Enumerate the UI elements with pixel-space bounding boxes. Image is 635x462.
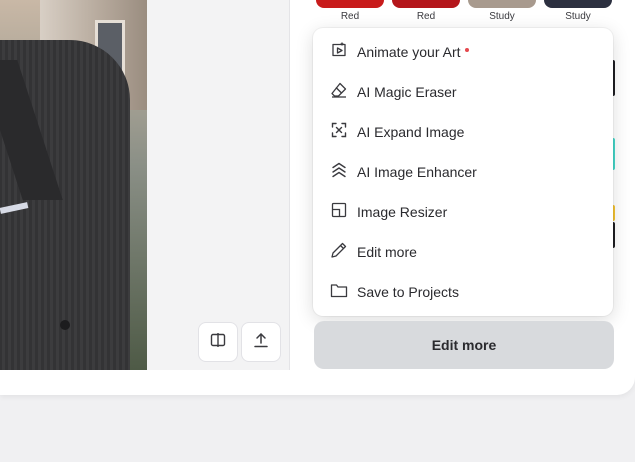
menu-item-label: Edit more [357, 244, 417, 260]
style-thumbnail-label: Study [489, 11, 515, 22]
menu-item-image-resizer[interactable]: Image Resizer [313, 192, 613, 232]
enhance-chevrons-icon [330, 161, 357, 184]
menu-item-ai-magic-eraser[interactable]: AI Magic Eraser [313, 72, 613, 112]
image-canvas [0, 0, 290, 370]
style-thumbnail-label: Red [340, 11, 360, 22]
style-thumbnail[interactable] [316, 0, 384, 8]
edit-more-button[interactable]: Edit more [314, 321, 614, 369]
editor-panel: Red Red Study Study Animate your Art AI … [0, 0, 635, 395]
eraser-icon [330, 81, 357, 104]
menu-item-save-to-projects[interactable]: Save to Projects [313, 272, 613, 312]
edit-options-menu: Animate your Art AI Magic Eraser AI Expa… [313, 28, 613, 316]
menu-item-ai-image-enhancer[interactable]: AI Image Enhancer [313, 152, 613, 192]
new-badge-dot [464, 48, 469, 52]
upload-button[interactable] [241, 322, 281, 362]
pencil-icon [330, 241, 357, 264]
menu-item-label: Animate your Art [357, 44, 469, 60]
menu-item-label: AI Image Enhancer [357, 164, 477, 180]
expand-icon [330, 121, 357, 144]
style-thumbnail-label: Study [565, 11, 591, 22]
menu-item-label: Image Resizer [357, 204, 448, 220]
style-thumbnail[interactable] [392, 0, 460, 8]
menu-item-animate-your-art[interactable]: Animate your Art [313, 32, 613, 72]
compare-button[interactable] [198, 322, 238, 362]
menu-item-label: Save to Projects [357, 284, 459, 300]
animate-play-icon [330, 41, 357, 64]
style-thumbnail[interactable] [544, 0, 612, 8]
menu-item-edit-more[interactable]: Edit more [313, 232, 613, 272]
preview-image[interactable] [0, 0, 147, 370]
upload-icon [252, 331, 270, 354]
style-thumbnail-label: Red [416, 11, 436, 22]
folder-icon [330, 281, 357, 304]
menu-item-ai-expand-image[interactable]: AI Expand Image [313, 112, 613, 152]
resize-icon [330, 201, 357, 224]
menu-item-label: AI Expand Image [357, 124, 465, 140]
menu-item-label: AI Magic Eraser [357, 84, 457, 100]
style-thumbnail[interactable] [468, 0, 536, 8]
compare-split-icon [209, 331, 227, 354]
